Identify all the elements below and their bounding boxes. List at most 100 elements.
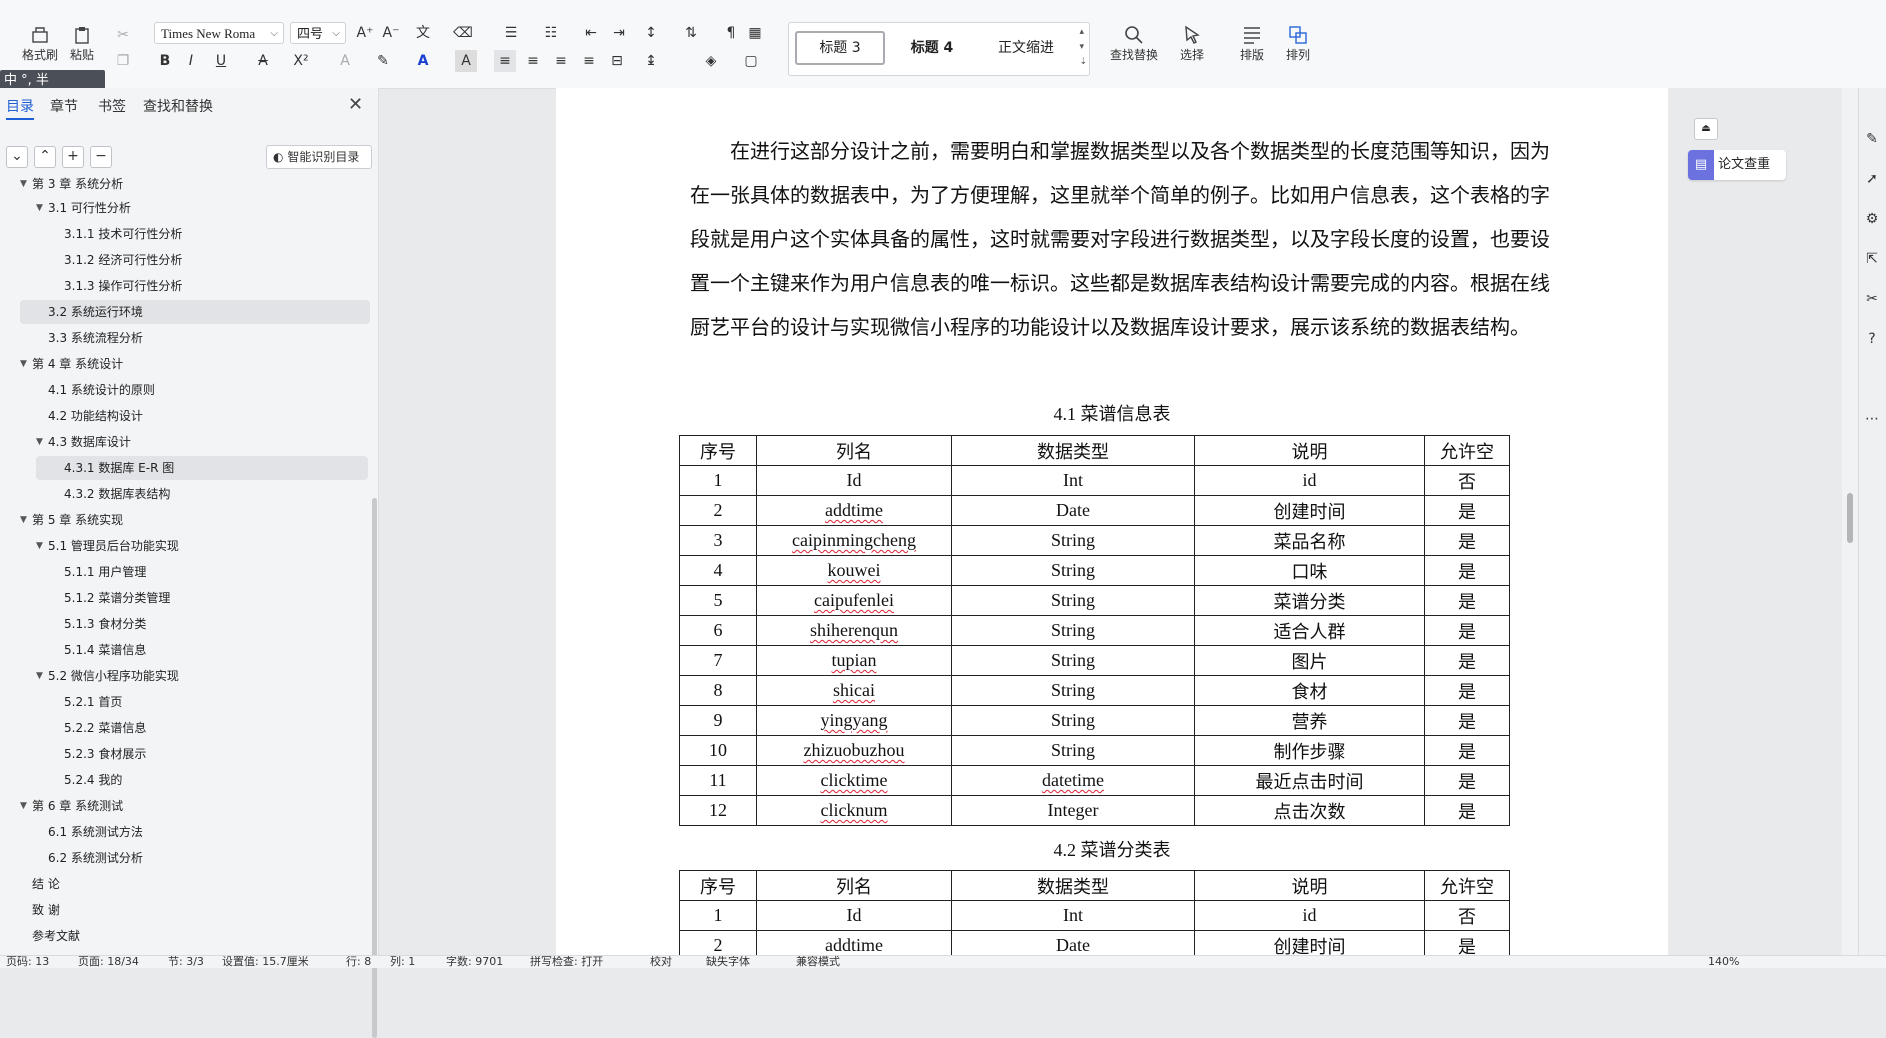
toc-item[interactable]: ▼ 第 5 章 系统实现 <box>20 508 370 532</box>
show-marks-icon[interactable]: ¶ <box>720 22 742 44</box>
collapse-triangle-icon[interactable]: ▼ <box>36 430 43 454</box>
tab-chapters[interactable]: 章节 <box>50 96 78 116</box>
toc-item[interactable]: ▼ 3.1 可行性分析 <box>20 196 370 220</box>
font-name-select[interactable]: Times New Roma ⌵ <box>154 22 284 44</box>
collapse-triangle-icon[interactable]: ▼ <box>20 508 27 532</box>
toc-item[interactable]: 5.2.2 菜谱信息 <box>20 716 370 740</box>
toc-item[interactable]: 5.2.3 食材展示 <box>20 742 370 766</box>
toc-item[interactable]: 3.3 系统流程分析 <box>20 326 370 350</box>
collapse-triangle-icon[interactable]: ▼ <box>36 196 43 220</box>
style-heading3[interactable]: 标题 3 <box>795 31 885 65</box>
toc-item[interactable]: 4.2 功能结构设计 <box>20 404 370 428</box>
pen-icon[interactable]: ✎ <box>1861 128 1883 150</box>
underline-icon[interactable]: U <box>210 50 232 72</box>
align-center-icon[interactable]: ≡ <box>522 50 544 72</box>
remove-icon[interactable]: − <box>90 146 112 168</box>
table-recipe-category[interactable]: 序号 列名 数据类型 说明 允许空 1 Id Int id 否 2 addtime Date… <box>679 870 1510 955</box>
toc-item[interactable]: 6.1 系统测试方法 <box>20 820 370 844</box>
justify-icon[interactable]: ≡ <box>578 50 600 72</box>
find-replace-button[interactable]: 查找替换 <box>1110 24 1158 63</box>
collapse-triangle-icon[interactable]: ▼ <box>36 534 43 558</box>
collapse-triangle-icon[interactable]: ▼ <box>20 352 27 376</box>
italic-icon[interactable]: I <box>180 50 202 72</box>
copy-icon[interactable]: ❐ <box>112 50 134 72</box>
toc-item[interactable]: ▼ 5.2 微信小程序功能实现 <box>20 664 370 688</box>
collapse-icon[interactable]: ⌄ <box>6 146 28 168</box>
increase-indent-icon[interactable]: ⇥ <box>608 22 630 44</box>
document-scrollbar[interactable] <box>1842 88 1858 955</box>
toc-item[interactable]: 5.1.3 食材分类 <box>20 612 370 636</box>
toc-item[interactable]: 3.1.1 技术可行性分析 <box>20 222 370 246</box>
align-left-icon[interactable]: ≡ <box>494 50 516 72</box>
toc-item[interactable]: 致 谢 <box>20 898 370 922</box>
text-effect-icon[interactable]: A <box>334 50 356 72</box>
toc-item[interactable]: 结 论 <box>20 872 370 896</box>
shading-icon[interactable]: ◈ <box>700 50 722 72</box>
plagiarism-check-button[interactable]: ▤ 论文查重 <box>1688 150 1786 180</box>
status-word-count[interactable]: 字数: 9701 <box>446 956 503 968</box>
format-painter-button[interactable]: 格式刷 <box>22 24 58 63</box>
align-right-icon[interactable]: ≡ <box>550 50 572 72</box>
bold-icon[interactable]: B <box>154 50 176 72</box>
clear-format-icon[interactable]: ⌫ <box>452 22 474 44</box>
toc-item[interactable]: 3.1.3 操作可行性分析 <box>20 274 370 298</box>
more-icon[interactable]: ⋯ <box>1861 408 1883 430</box>
numbering-icon[interactable]: ☷ <box>540 22 562 44</box>
collapse-panel-icon[interactable]: ⏏ <box>1694 118 1718 140</box>
status-zoom-level[interactable]: 140% <box>1708 956 1739 968</box>
toc-item[interactable]: 参考文献 <box>20 924 370 948</box>
toc-item[interactable]: ▼ 第 4 章 系统设计 <box>20 352 370 376</box>
collapse-triangle-icon[interactable]: ▼ <box>36 664 43 688</box>
auto-toc-button[interactable]: ◐ 智能识别目录 <box>266 145 372 169</box>
toc-item[interactable]: 4.1 系统设计的原则 <box>20 378 370 402</box>
tools-icon[interactable]: ✂ <box>1861 288 1883 310</box>
document-page[interactable]: 在进行这部分设计之前，需要明白和掌握数据类型以及各个数据类型的长度范围等知识，因… <box>556 88 1668 955</box>
table-icon[interactable]: ▦ <box>744 22 766 44</box>
style-body-indent[interactable]: 正文缩进 <box>983 33 1069 63</box>
toc-item[interactable]: ▼ 4.3 数据库设计 <box>20 430 370 454</box>
expand-icon[interactable]: ⌃ <box>34 146 56 168</box>
add-icon[interactable]: + <box>62 146 84 168</box>
status-missing-font[interactable]: 缺失字体 <box>706 956 750 968</box>
tab-bookmarks[interactable]: 书签 <box>98 96 126 116</box>
toc-item[interactable]: ▼ 5.1 管理员后台功能实现 <box>20 534 370 558</box>
borders-icon[interactable]: ▢ <box>740 50 762 72</box>
paste-button[interactable]: 粘贴 <box>70 24 94 63</box>
sort-icon[interactable]: ⇅ <box>680 22 702 44</box>
style-scroll-icon[interactable]: ▴ ▾ ⇣ <box>1079 25 1087 70</box>
superscript-icon[interactable]: X² <box>290 50 312 72</box>
bullets-icon[interactable]: ☰ <box>500 22 522 44</box>
strikethrough-icon[interactable]: A <box>252 50 274 72</box>
collapse-triangle-icon[interactable]: ▼ <box>20 794 27 818</box>
cut-icon[interactable]: ✂ <box>112 24 134 46</box>
toc-item[interactable]: 4.3.2 数据库表结构 <box>20 482 370 506</box>
shrink-font-icon[interactable]: A⁻ <box>380 22 402 44</box>
close-icon[interactable]: ✕ <box>348 94 363 115</box>
toc-item[interactable]: 5.2.4 我的 <box>20 768 370 792</box>
toc-item[interactable]: 5.2.1 首页 <box>20 690 370 714</box>
toc-item[interactable]: 3.2 系统运行环境 <box>20 300 370 324</box>
char-shading-icon[interactable]: A <box>455 50 477 72</box>
phonetic-guide-icon[interactable]: 文 <box>412 22 434 44</box>
scrollbar-thumb[interactable] <box>1847 493 1853 543</box>
table-recipe-info[interactable]: 序号 列名 数据类型 说明 允许空 1 Id Int id 否 2 addtime Date… <box>679 435 1510 826</box>
text-direction-icon[interactable]: ↕ <box>640 22 662 44</box>
highlight-icon[interactable]: ✎ <box>372 50 394 72</box>
toc-item[interactable]: 5.1.4 菜谱信息 <box>20 638 370 662</box>
toc-item[interactable]: 6.2 系统测试分析 <box>20 846 370 870</box>
decrease-indent-icon[interactable]: ⇤ <box>580 22 602 44</box>
status-proofread[interactable]: 校对 <box>650 956 672 968</box>
help-icon[interactable]: ? <box>1861 328 1883 350</box>
toc-item[interactable]: 3.1.2 经济可行性分析 <box>20 248 370 272</box>
settings-icon[interactable]: ⚙ <box>1861 208 1883 230</box>
style-heading4[interactable]: 标题 4 <box>889 33 975 63</box>
share-icon[interactable]: ⇱ <box>1861 248 1883 270</box>
toc-item-current[interactable]: 4.3.1 数据库 E-R 图 <box>36 456 368 480</box>
tab-toc[interactable]: 目录 <box>6 96 34 116</box>
toc-item[interactable]: 5.1.1 用户管理 <box>20 560 370 584</box>
toc-item[interactable]: ▼ 第 3 章 系统分析 <box>20 172 370 196</box>
tab-find-replace[interactable]: 查找和替换 <box>143 96 213 116</box>
cursor-icon[interactable]: ➚ <box>1861 168 1883 190</box>
select-button[interactable]: 选择 <box>1180 24 1204 63</box>
status-page-number[interactable]: 页码: 13 <box>6 956 49 968</box>
